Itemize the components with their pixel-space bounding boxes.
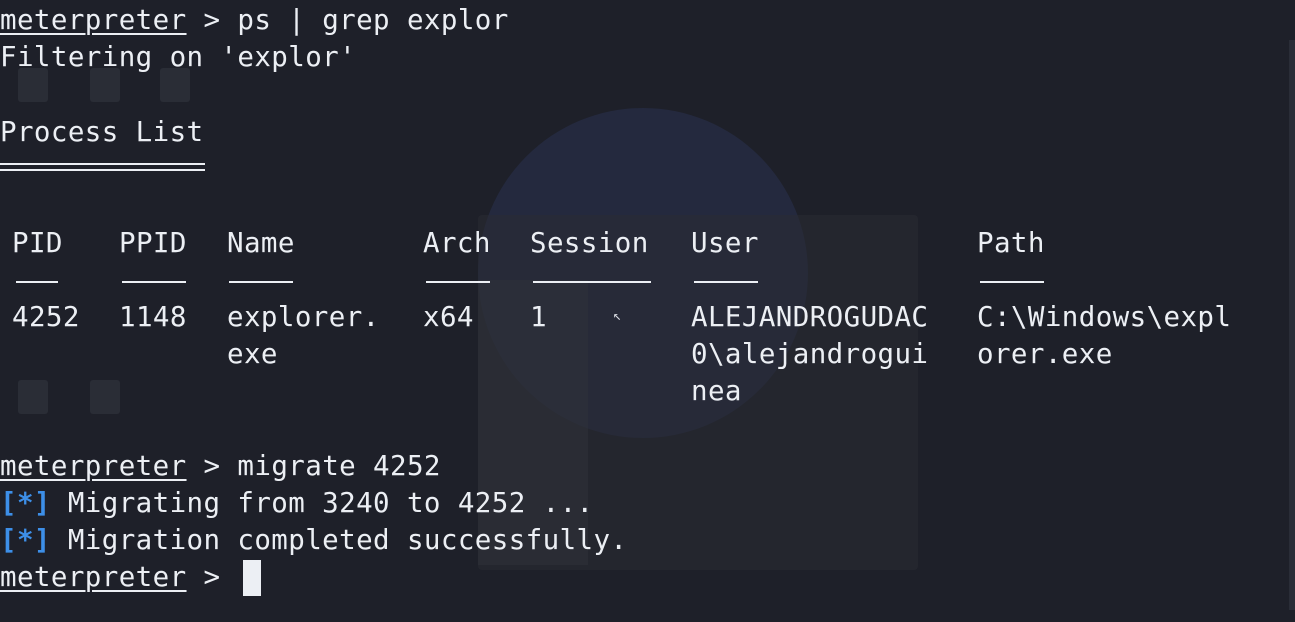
prompt-label: meterpreter [0,561,187,593]
header-name: Name [227,227,295,259]
text-cursor [243,560,261,596]
status-text: Migrating from 3240 to 4252 ... [50,487,594,519]
header-path: Path [977,227,1045,259]
command-line-migrate: meterpreter > migrate 4252 [0,448,441,484]
title-underline [0,163,205,171]
status-text: Migration completed successfully. [50,524,628,556]
header-pid: PID [12,227,63,259]
status-message: [*] Migrating from 3240 to 4252 ... [0,485,593,521]
header-user: User [691,227,759,259]
header-underline [694,281,758,283]
header-ppid: PPID [119,227,187,259]
command-line-ps: meterpreter > ps | grep explor [0,2,509,38]
row-user-line3: nea [691,375,742,407]
row-user-line1: ALEJANDROGUDAC [691,301,929,333]
desktop-icon [90,380,120,414]
header-underline [980,281,1044,283]
header-session: Session [530,227,649,259]
prompt-separator: > [186,450,238,482]
prompt-label: meterpreter [0,4,187,36]
header-underline [229,281,293,283]
command-text: migrate 4252 [237,450,441,482]
row-path-line2: orer.exe [977,338,1113,370]
row-session: 1 [530,301,547,333]
prompt-separator: > [186,4,238,36]
header-underline [122,281,186,283]
header-arch: Arch [423,227,491,259]
row-ppid: 1148 [119,301,187,333]
row-path-line1: C:\Windows\expl [977,301,1232,333]
row-name-line2: exe [227,338,278,370]
prompt-label: meterpreter [0,450,187,482]
status-message: [*] Migration completed successfully. [0,522,627,558]
process-list-title: Process List [0,116,204,148]
desktop-icon [18,380,48,414]
row-arch: x64 [423,301,474,333]
status-marker: [*] [0,524,51,556]
command-text: ps | grep explor [237,4,509,36]
prompt-separator: > [186,561,238,593]
background-edge [1289,40,1295,610]
header-underline [426,281,490,283]
row-name-line1: explorer. [227,301,380,333]
mouse-pointer-icon: ↖ [613,308,622,324]
filter-output: Filtering on 'explor' [0,41,357,73]
status-marker: [*] [0,487,51,519]
row-pid: 4252 [12,301,80,333]
terminal-window[interactable]: meterpreter > ps | grep explor Filtering… [0,0,1295,622]
header-underline [533,281,651,283]
header-underline [16,281,58,283]
command-line-current[interactable]: meterpreter > [0,559,237,595]
row-user-line2: 0\alejandrogui [691,338,929,370]
